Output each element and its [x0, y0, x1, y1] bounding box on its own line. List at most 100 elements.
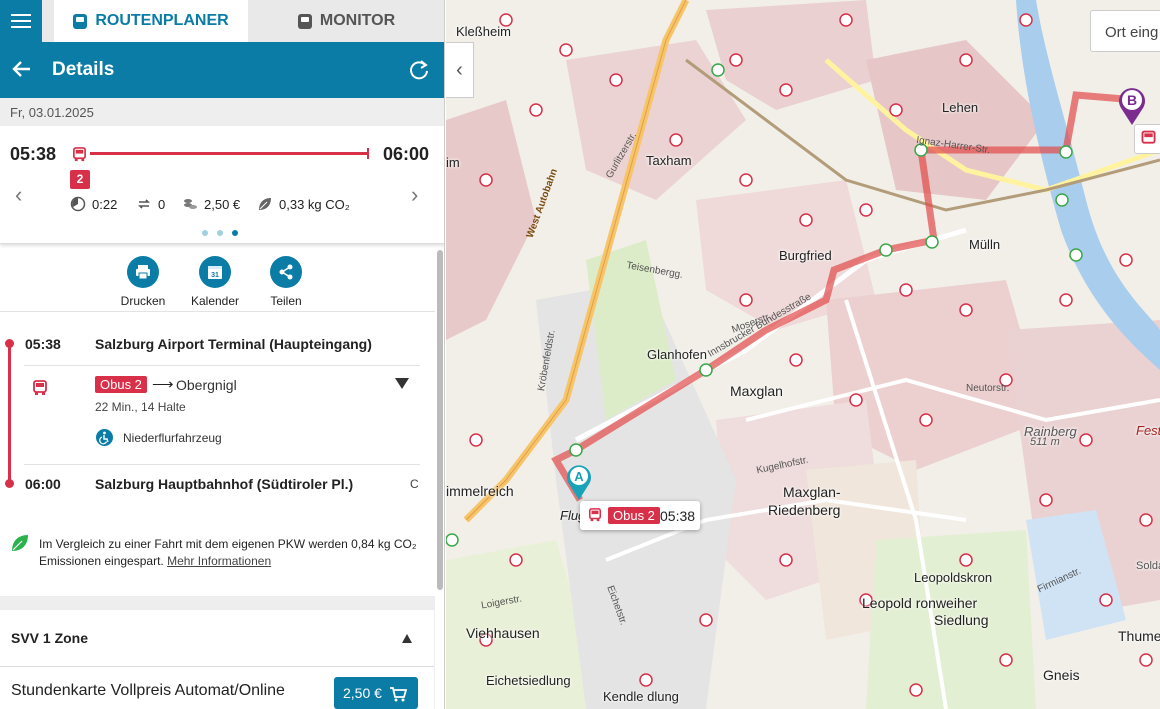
fare-ticket-row: Stundenkarte Vollpreis Automat/Online 2,…	[0, 667, 434, 709]
calendar-button[interactable]: 31 Kalender	[188, 256, 242, 308]
map-label: Maxglan	[730, 383, 783, 399]
map-label: Maxglan-	[783, 484, 841, 500]
map-search-input[interactable]: Ort eing	[1090, 10, 1160, 52]
previous-trip-chevron-icon[interactable]: ‹	[15, 182, 22, 208]
coins-icon	[184, 199, 197, 209]
tab-label: ROUTENPLANER	[95, 12, 229, 29]
back-arrow-icon[interactable]	[11, 58, 33, 80]
tab-routenplaner[interactable]: ROUTENPLANER	[54, 0, 248, 42]
calendar-icon: 31	[199, 256, 231, 288]
map-label: Siedlung	[934, 612, 989, 628]
arrival-time: 06:00	[25, 476, 61, 492]
map-departure-tooltip[interactable]: Obus 2 05:38	[580, 501, 700, 530]
cart-icon	[390, 687, 407, 702]
tab-monitor[interactable]: MONITOR	[248, 0, 444, 42]
map-label: Gneis	[1043, 667, 1080, 683]
line-badge: 2	[70, 170, 90, 189]
map-label: Riedenberg	[768, 502, 841, 518]
hamburger-icon	[11, 14, 31, 28]
map-label: Lehen	[942, 100, 979, 115]
more-info-link[interactable]: Mehr Informationen	[167, 554, 271, 568]
map-label: Taxham	[646, 153, 692, 168]
map-label: Fest	[1136, 423, 1160, 438]
direction-arrow: ⟶	[152, 376, 174, 393]
bus-icon	[73, 147, 86, 162]
buy-ticket-button[interactable]: 2,50 €	[334, 677, 418, 709]
ticket-price: 2,50 €	[343, 685, 382, 701]
leg-duration-stops: 22 Min., 14 Halte	[95, 400, 186, 414]
start-pin-label: A	[574, 469, 584, 484]
transfer-icon	[138, 199, 150, 209]
timeline-dot	[5, 479, 14, 488]
share-button[interactable]: Teilen	[263, 256, 309, 308]
next-trip-chevron-icon[interactable]: ›	[411, 182, 418, 208]
page-title: Details	[52, 59, 115, 80]
top-tab-bar: ROUTENPLANER MONITOR	[0, 0, 444, 42]
pager-dot[interactable]	[202, 230, 208, 236]
destination-pin-label: B	[1127, 92, 1137, 108]
map-label: Leopold ronweiher	[862, 595, 978, 611]
departure-stop[interactable]: Salzburg Airport Terminal (Haupteingang)	[95, 336, 372, 352]
tooltip-line-badge: Obus 2	[608, 507, 660, 524]
refresh-icon[interactable]	[408, 59, 430, 81]
timeline-dot	[5, 339, 14, 348]
panel-scrollbar[interactable]	[437, 250, 443, 590]
map-label: Burgfried	[779, 248, 832, 263]
tooltip-time: 05:38	[660, 508, 696, 524]
leaf-icon	[259, 198, 271, 210]
arrival-platform: C	[410, 477, 419, 491]
map-label: Solda	[1136, 560, 1160, 572]
tab-label: MONITOR	[319, 12, 396, 29]
itinerary: 05:38 Salzburg Airport Terminal (Hauptei…	[0, 312, 435, 502]
co2-value: 0,33 kg CO₂	[279, 196, 350, 212]
pager-dot-active[interactable]	[232, 230, 238, 236]
detail-panel: ROUTENPLANER MONITOR Details Fr, 03.01.2…	[0, 0, 445, 709]
trip-pager-dots	[202, 230, 238, 236]
start-pin-icon[interactable]: A	[564, 462, 594, 502]
arrival-stop[interactable]: Salzburg Hauptbahnhof (Südtiroler Pl.)	[95, 476, 353, 492]
map-label: 511 m	[1030, 436, 1060, 448]
collapse-chevron-icon[interactable]	[402, 634, 412, 643]
departure-time: 05:38	[25, 336, 61, 352]
print-label: Drucken	[120, 294, 166, 308]
calendar-day: 31	[211, 272, 219, 279]
share-icon	[270, 256, 302, 288]
bus-stop-marker-icon[interactable]	[1134, 124, 1160, 154]
fare-zone-title: SVV 1 Zone	[11, 630, 89, 646]
co2-note-text: Im Vergleich zu einer Fahrt mit dem eige…	[39, 536, 424, 570]
trip-summary: 05:38 06:00 2 ‹ › 0:22 0 2,50 € 0,33 kg …	[0, 126, 444, 244]
stat-changes: 0	[136, 196, 165, 212]
map-label: Glanhofen	[647, 347, 707, 362]
map-label: Mülln	[969, 237, 1001, 252]
changes-value: 0	[158, 196, 166, 212]
fare-section: SVV 1 Zone Stundenkarte Vollpreis Automa…	[0, 596, 435, 709]
co2-savings-note: Im Vergleich zu einer Fahrt mit dem eige…	[0, 528, 435, 578]
ticket-name: Stundenkarte Vollpreis Automat/Online	[11, 682, 285, 699]
map-label: Thume	[1118, 628, 1160, 644]
wheelchair-icon	[96, 429, 113, 446]
destination-pin-icon[interactable]: B	[1116, 85, 1148, 127]
map-label: Eichetsiedlung	[486, 673, 571, 688]
leg-destination: Obergnigl	[176, 377, 237, 393]
map-label: Kleßheim	[456, 24, 511, 39]
pager-dot[interactable]	[217, 230, 223, 236]
leg-line-badge: Obus 2	[95, 376, 147, 393]
green-leaf-icon	[12, 535, 28, 551]
print-button[interactable]: Drucken	[118, 256, 168, 308]
route-map[interactable]: Kleßheim im Taxham Burgfried Mülln Lehen…	[446, 0, 1160, 709]
price-value: 2,50 €	[204, 196, 241, 212]
menu-button[interactable]	[0, 0, 42, 42]
calendar-label: Kalender	[190, 294, 240, 308]
map-label: Viehhausen	[466, 625, 540, 641]
collapse-panel-button[interactable]: ‹	[446, 42, 474, 98]
fare-zone-header[interactable]: SVV 1 Zone	[0, 610, 434, 667]
expand-leg-chevron-icon[interactable]	[395, 378, 409, 389]
clock-icon	[70, 196, 86, 212]
bus-icon	[588, 508, 602, 522]
stat-price: 2,50 €	[182, 196, 240, 212]
monitor-icon	[297, 13, 312, 29]
stat-co2: 0,33 kg CO₂	[257, 196, 350, 212]
bus-icon	[73, 13, 88, 29]
map-label: immelreich	[446, 483, 514, 499]
summary-arrival-time: 06:00	[383, 144, 430, 164]
